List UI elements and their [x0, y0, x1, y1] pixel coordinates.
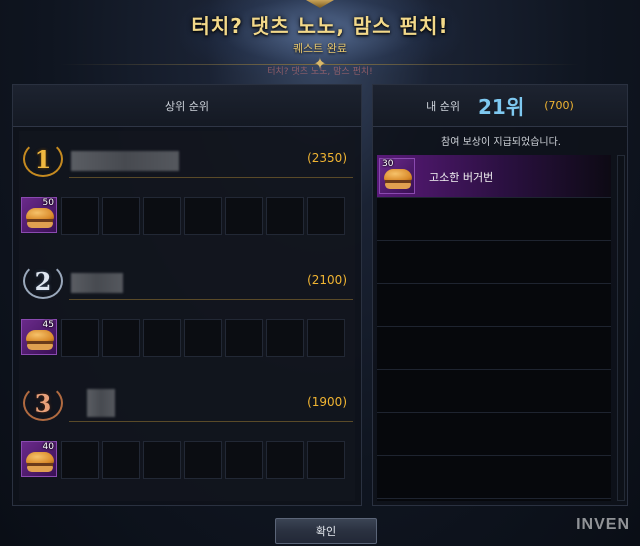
- empty-slot: [184, 319, 222, 357]
- empty-reward-row: [377, 413, 611, 456]
- rank-divider: [69, 421, 353, 422]
- reward-item-slot[interactable]: 40: [21, 441, 57, 477]
- empty-slot: [102, 197, 140, 235]
- empty-slot: [61, 197, 99, 235]
- player-name-blurred: [71, 151, 179, 171]
- reward-item-slot[interactable]: 50: [21, 197, 57, 233]
- top-ranking-list: 1 (2350) 50 2 (2100) 45 3 (1900) 40: [19, 131, 355, 501]
- empty-slot: [61, 441, 99, 479]
- empty-slot: [225, 197, 263, 235]
- confirm-button[interactable]: 확인: [275, 518, 377, 544]
- burger-bun-icon: [384, 169, 412, 189]
- rank-score: (2100): [307, 273, 347, 287]
- empty-slot: [61, 319, 99, 357]
- top-ranking-header: 상위 순위: [13, 85, 361, 127]
- reward-item-slot[interactable]: 30: [379, 158, 415, 194]
- item-quantity: 40: [42, 442, 54, 452]
- reward-item-slot[interactable]: 45: [21, 319, 57, 355]
- empty-slot: [266, 197, 304, 235]
- rank-score: (1900): [307, 395, 347, 409]
- empty-slot: [143, 197, 181, 235]
- empty-reward-row: [377, 456, 611, 499]
- ornament-icon: ✦: [313, 54, 327, 73]
- empty-slot: [225, 441, 263, 479]
- empty-slot: [307, 319, 345, 357]
- my-ranking-header: 내 순위 21위 (700): [373, 85, 627, 127]
- rank-score: (2350): [307, 151, 347, 165]
- gold-medal-icon: 1: [23, 141, 63, 177]
- laurel-icon: [23, 141, 63, 177]
- empty-slot: [307, 197, 345, 235]
- silver-medal-icon: 2: [23, 263, 63, 299]
- my-rank-label: 내 순위: [426, 99, 461, 113]
- reward-slots: 50: [21, 197, 348, 235]
- empty-reward-row: [377, 327, 611, 370]
- empty-slot: [143, 319, 181, 357]
- laurel-icon: [23, 263, 63, 299]
- rank-divider: [69, 299, 353, 300]
- empty-slot: [184, 441, 222, 479]
- my-score: (700): [544, 99, 574, 112]
- header: 터치? 댓츠 노노, 맘스 펀치! 퀘스트 완료 터치? 댓츠 노노, 맘스 펀…: [0, 0, 640, 80]
- my-rank-value: 21위: [478, 95, 525, 119]
- empty-slot: [266, 441, 304, 479]
- reward-slots: 40: [21, 441, 348, 479]
- empty-slot: [102, 441, 140, 479]
- empty-reward-row: [377, 241, 611, 284]
- empty-slot: [102, 319, 140, 357]
- rank-entry: 1 (2350) 50: [19, 135, 355, 255]
- reward-list: 30 고소한 버거번: [377, 155, 611, 501]
- empty-slot: [266, 319, 304, 357]
- item-quantity: 45: [42, 320, 54, 330]
- reward-row[interactable]: 30 고소한 버거번: [377, 155, 611, 198]
- rank-entry: 3 (1900) 40: [19, 379, 355, 499]
- empty-reward-row: [377, 370, 611, 413]
- item-quantity: 30: [382, 159, 394, 169]
- bronze-medal-icon: 3: [23, 385, 63, 421]
- empty-slot: [184, 197, 222, 235]
- reward-item-name: 고소한 버거번: [429, 171, 494, 184]
- laurel-icon: [23, 385, 63, 421]
- quest-title: 터치? 댓츠 노노, 맘스 펀치!: [191, 14, 449, 38]
- empty-reward-row: [377, 284, 611, 327]
- watermark-logo: INVEN: [576, 516, 630, 533]
- burger-bun-icon: [26, 330, 54, 350]
- my-ranking-panel: 내 순위 21위 (700) 참여 보상이 지급되었습니다. 30 고소한 버거…: [372, 84, 628, 506]
- empty-slot: [225, 319, 263, 357]
- empty-reward-row: [377, 198, 611, 241]
- top-ranking-panel: 상위 순위 1 (2350) 50 2 (2100) 45 3 (1900) 4…: [12, 84, 362, 506]
- top-ranking-title: 상위 순위: [165, 99, 209, 113]
- item-quantity: 50: [42, 198, 54, 208]
- reward-notice: 참여 보상이 지급되었습니다.: [441, 137, 561, 148]
- empty-slot: [143, 441, 181, 479]
- burger-bun-icon: [26, 208, 54, 228]
- reward-list-scrollbar[interactable]: [617, 155, 625, 501]
- rank-entry: 2 (2100) 45: [19, 257, 355, 377]
- player-name-blurred: [87, 389, 115, 417]
- rank-divider: [69, 177, 353, 178]
- burger-bun-icon: [26, 452, 54, 472]
- player-name-blurred: [71, 273, 123, 293]
- reward-slots: 45: [21, 319, 348, 357]
- empty-slot: [307, 441, 345, 479]
